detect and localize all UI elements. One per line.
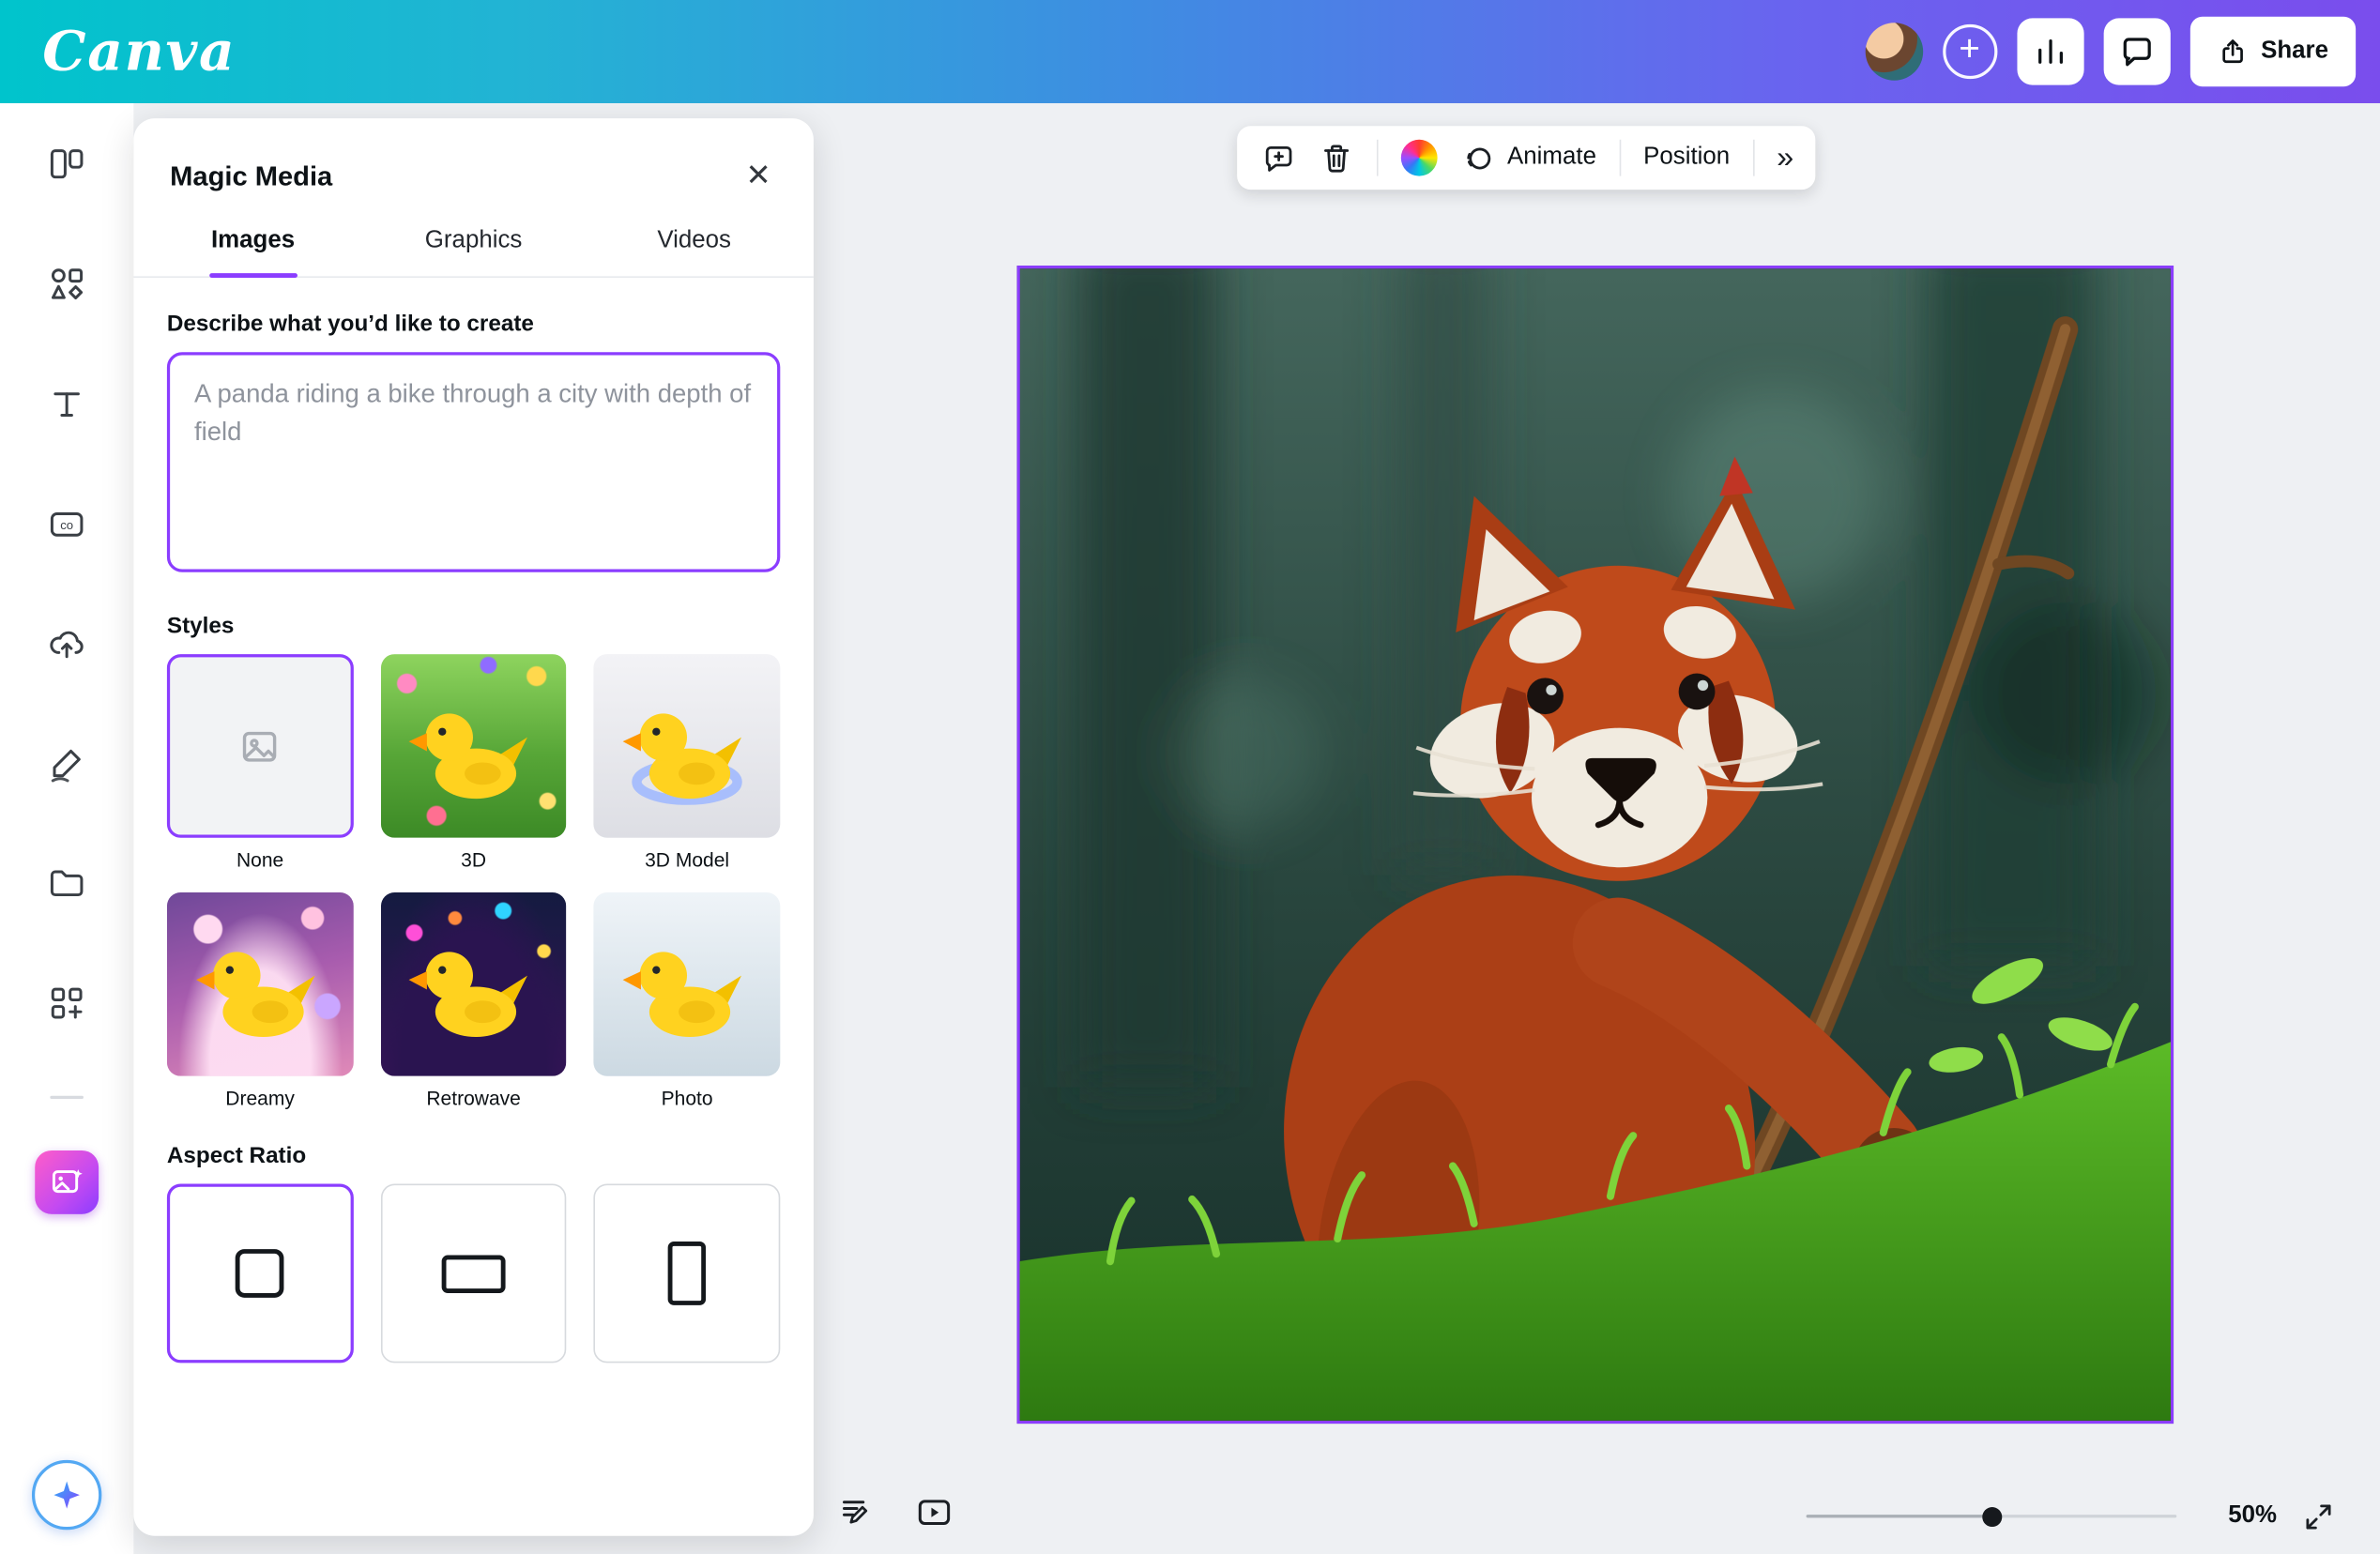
double-chevron-icon: » xyxy=(1777,143,1791,173)
describe-label: Describe what you’d like to create xyxy=(167,312,780,337)
landscape-ratio-icon xyxy=(442,1255,506,1292)
magic-media-panel: Magic Media ✕ Images Graphics Videos Des… xyxy=(133,118,814,1536)
style-option-photo[interactable]: Photo xyxy=(594,892,780,1109)
zoom-slider-knob[interactable] xyxy=(1982,1507,2002,1527)
color-wheel-icon xyxy=(1401,140,1438,176)
context-toolbar: Animate Position » xyxy=(1237,126,1815,190)
zoom-controls: 50% xyxy=(1807,1493,2362,1539)
trash-icon xyxy=(1319,141,1353,175)
sidebar-item-design[interactable] xyxy=(30,128,103,201)
sidebar-item-draw[interactable] xyxy=(30,727,103,800)
animate-icon xyxy=(1460,141,1495,175)
aspect-ratio-label: Aspect Ratio xyxy=(167,1143,780,1168)
style-option-3d[interactable]: 3D xyxy=(380,654,566,871)
more-tools-button[interactable]: » xyxy=(1777,143,1791,173)
delete-button[interactable] xyxy=(1319,141,1353,175)
animate-label: Animate xyxy=(1507,145,1596,172)
brand-icon: co xyxy=(47,504,86,543)
toolbar-divider xyxy=(1377,140,1379,176)
svg-text:co: co xyxy=(60,518,73,532)
magic-media-button[interactable] xyxy=(35,1150,99,1214)
duck-photo-thumbnail xyxy=(617,920,758,1059)
panel-title: Magic Media xyxy=(170,160,332,192)
aspect-ratio-grid xyxy=(167,1184,780,1364)
assistant-button[interactable] xyxy=(32,1460,101,1530)
duck-3d-model-thumbnail xyxy=(617,682,758,822)
toolbar-divider xyxy=(1752,140,1754,176)
rail-divider xyxy=(50,1096,84,1099)
share-label: Share xyxy=(2261,38,2328,65)
styles-label: Styles xyxy=(167,613,780,638)
sidebar-item-brand[interactable]: co xyxy=(30,487,103,560)
notes-button[interactable] xyxy=(838,1493,876,1531)
aspect-ratio-square[interactable] xyxy=(167,1184,353,1364)
add-comment-button[interactable] xyxy=(1261,141,1296,175)
upload-icon xyxy=(2217,37,2247,67)
comment-add-icon xyxy=(1261,141,1296,175)
top-bar: Canva + Share xyxy=(0,0,2380,103)
style-option-dreamy[interactable]: Dreamy xyxy=(167,892,353,1109)
sidebar-item-apps[interactable] xyxy=(30,967,103,1040)
panel-tabs: Images Graphics Videos xyxy=(133,212,814,278)
position-button[interactable]: Position xyxy=(1643,145,1730,172)
canvas-footer-left xyxy=(838,1493,954,1531)
portrait-ratio-icon xyxy=(668,1242,706,1305)
app-window: Canva + Share co xyxy=(0,0,2380,1554)
tab-graphics[interactable]: Graphics xyxy=(363,212,584,276)
pen-icon xyxy=(47,744,86,784)
generated-image[interactable] xyxy=(1020,268,2171,1421)
tab-videos[interactable]: Videos xyxy=(584,212,804,276)
square-ratio-icon xyxy=(236,1249,284,1298)
aspect-ratio-portrait[interactable] xyxy=(594,1184,780,1364)
expand-icon xyxy=(2301,1499,2336,1533)
present-button[interactable] xyxy=(915,1493,953,1531)
apps-grid-icon xyxy=(47,983,86,1023)
animate-button[interactable]: Animate xyxy=(1460,141,1596,175)
comment-icon xyxy=(2118,34,2155,70)
elements-icon xyxy=(47,264,86,303)
text-icon xyxy=(47,384,86,423)
avatar[interactable] xyxy=(1865,23,1922,80)
sidebar-item-elements[interactable] xyxy=(30,248,103,321)
zoom-slider-fill xyxy=(1807,1515,1991,1517)
design-icon xyxy=(47,145,86,184)
comments-button[interactable] xyxy=(2103,18,2170,84)
style-grid: None 3D 3D Model Dreamy xyxy=(167,654,780,1109)
toolbar-divider xyxy=(1619,140,1621,176)
duck-retrowave-thumbnail xyxy=(403,920,544,1059)
style-option-3d-model[interactable]: 3D Model xyxy=(594,654,780,871)
tab-images[interactable]: Images xyxy=(143,212,363,276)
insights-button[interactable] xyxy=(2017,18,2083,84)
bar-chart-icon xyxy=(2032,34,2068,70)
sidebar-item-text[interactable] xyxy=(30,367,103,440)
sidebar-item-projects[interactable] xyxy=(30,846,103,920)
color-picker-button[interactable] xyxy=(1401,140,1438,176)
share-button[interactable]: Share xyxy=(2189,17,2356,86)
fullscreen-button[interactable] xyxy=(2301,1499,2336,1533)
sidebar-item-uploads[interactable] xyxy=(30,607,103,680)
image-placeholder-icon xyxy=(238,724,281,767)
sparkle-icon xyxy=(49,1477,85,1514)
close-icon[interactable]: ✕ xyxy=(740,158,777,194)
style-option-none[interactable]: None xyxy=(167,654,353,871)
duck-dreamy-thumbnail xyxy=(190,920,331,1059)
aspect-ratio-landscape[interactable] xyxy=(380,1184,566,1364)
canva-logo[interactable]: Canva xyxy=(42,24,236,79)
cloud-upload-icon xyxy=(47,624,86,663)
selected-image-frame[interactable] xyxy=(1017,266,2174,1424)
add-member-button[interactable]: + xyxy=(1942,24,1996,79)
tool-rail: co xyxy=(0,103,133,1554)
presentation-play-icon xyxy=(915,1493,953,1531)
notes-icon xyxy=(838,1493,876,1531)
folder-icon xyxy=(47,863,86,903)
duck-3d-thumbnail xyxy=(403,682,544,822)
magic-media-icon xyxy=(49,1165,85,1201)
position-label: Position xyxy=(1643,145,1730,172)
plus-icon: + xyxy=(1959,31,1980,68)
prompt-input[interactable] xyxy=(167,352,780,572)
zoom-slider[interactable] xyxy=(1807,1505,2177,1527)
style-option-retrowave[interactable]: Retrowave xyxy=(380,892,566,1109)
zoom-level: 50% xyxy=(2216,1502,2289,1530)
